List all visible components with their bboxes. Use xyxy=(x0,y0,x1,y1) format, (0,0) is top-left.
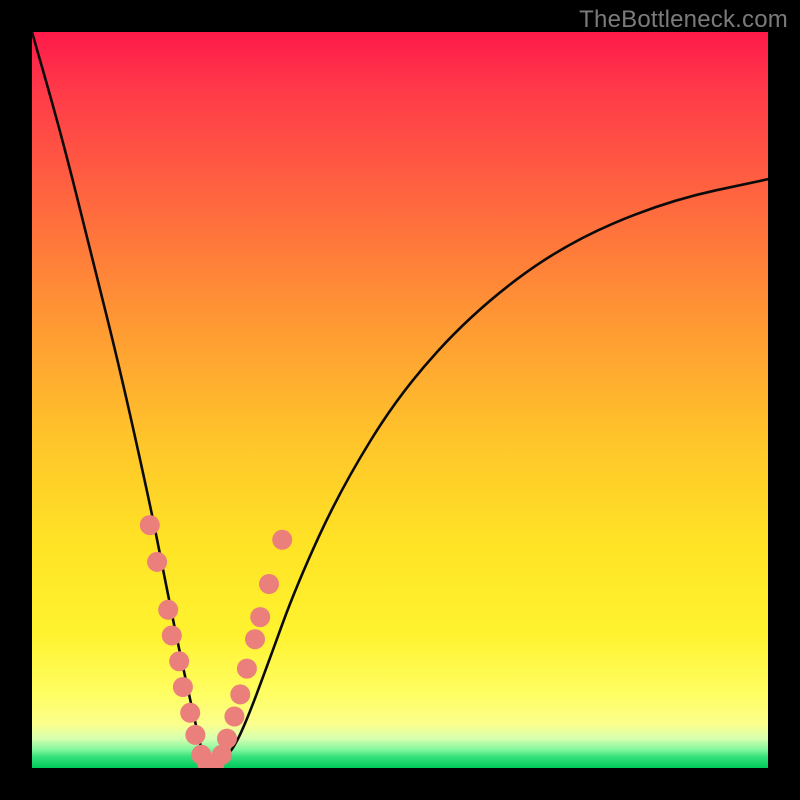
highlight-dot xyxy=(169,651,189,671)
watermark-text: TheBottleneck.com xyxy=(579,6,788,34)
highlight-dot xyxy=(259,574,279,594)
highlight-dot xyxy=(217,729,237,749)
chart-svg xyxy=(32,32,768,768)
figure-frame: TheBottleneck.com xyxy=(0,0,800,800)
highlight-dot xyxy=(147,552,167,572)
highlight-dot xyxy=(158,600,178,620)
highlight-dot xyxy=(180,703,200,723)
highlight-dot xyxy=(140,515,160,535)
bottleneck-curve xyxy=(32,32,768,764)
highlight-dot xyxy=(245,629,265,649)
highlight-dot xyxy=(272,530,292,550)
highlight-dot xyxy=(185,725,205,745)
highlight-dot xyxy=(162,626,182,646)
highlight-dots xyxy=(140,515,292,768)
highlight-dot xyxy=(237,659,257,679)
highlight-dot xyxy=(250,607,270,627)
highlight-dot xyxy=(224,707,244,727)
highlight-dot xyxy=(230,684,250,704)
plot-area xyxy=(32,32,768,768)
highlight-dot xyxy=(173,677,193,697)
